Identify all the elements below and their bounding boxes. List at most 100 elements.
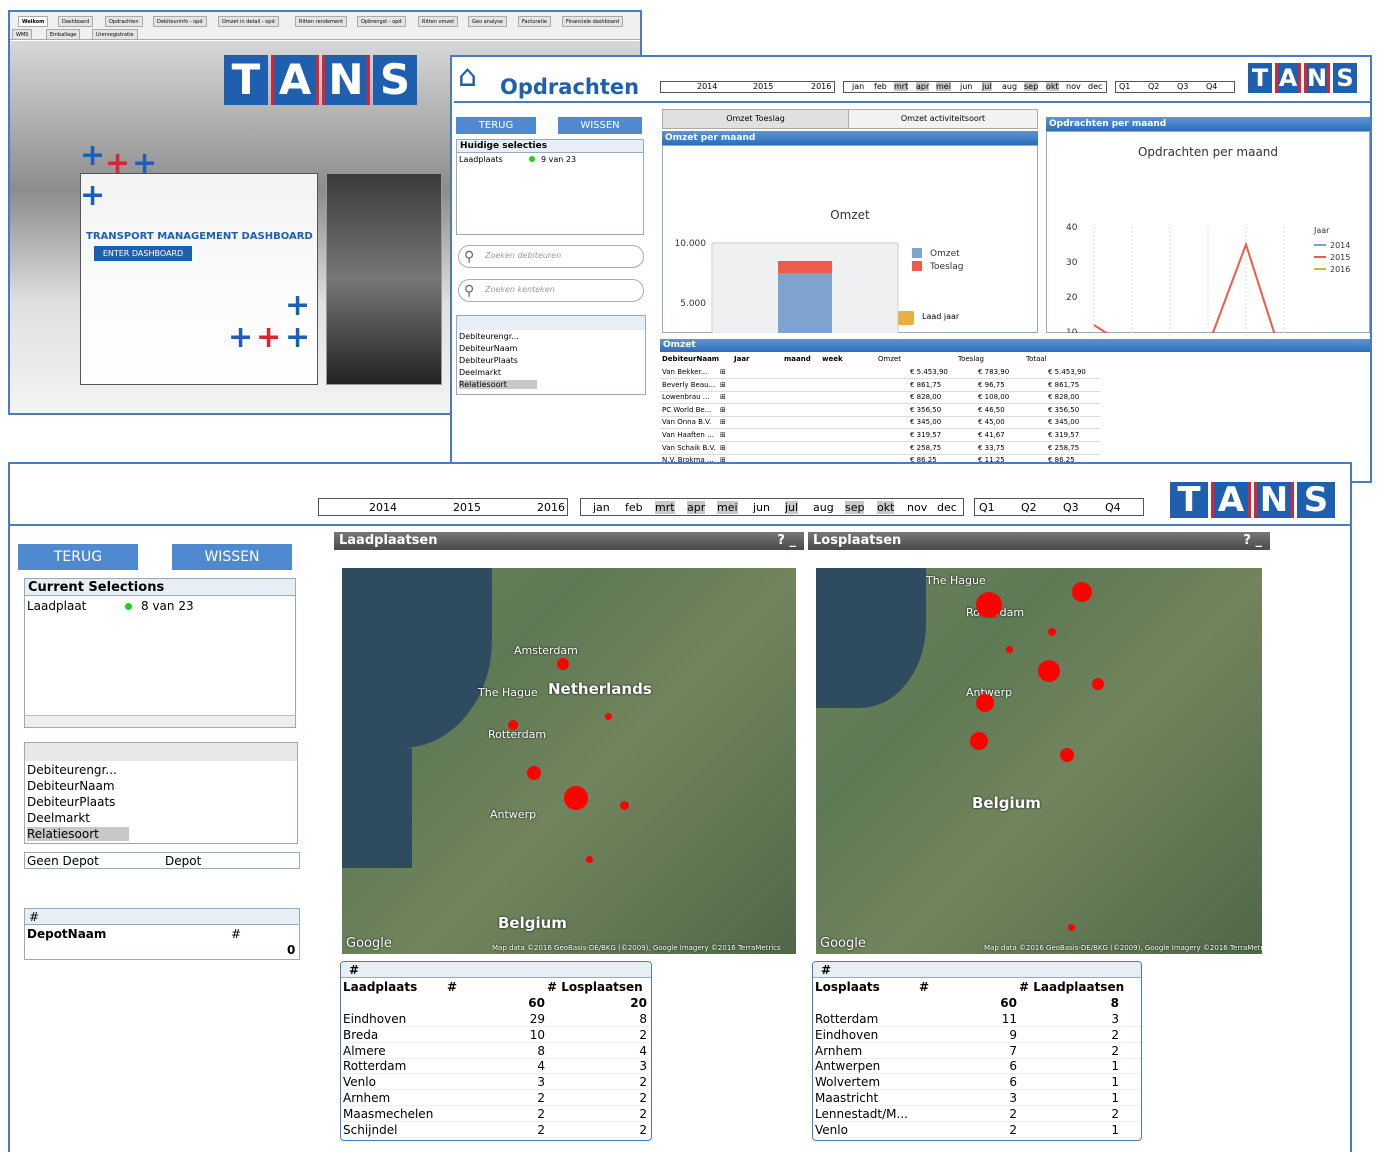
quarter-option[interactable]: Q4 [1105, 501, 1121, 514]
month-option[interactable]: okt [877, 501, 895, 514]
depot-option[interactable]: Depot [165, 854, 201, 868]
quarter-option[interactable]: Q2 [1021, 501, 1037, 514]
filter-item[interactable]: DebiteurNaam [459, 344, 517, 353]
map-marker[interactable] [557, 658, 569, 670]
month-option[interactable]: mei [936, 82, 951, 91]
selection-field[interactable]: Laadplaats [459, 155, 503, 164]
selection-field[interactable]: Laadplaat [27, 599, 86, 613]
map-marker[interactable] [508, 720, 518, 730]
terug-button[interactable]: TERUG [18, 544, 138, 570]
month-option[interactable]: jan [593, 501, 610, 514]
month-option[interactable]: jul [982, 82, 992, 91]
month-option[interactable]: sep [845, 501, 865, 514]
year-option[interactable]: 2014 [369, 501, 397, 514]
expand-icon[interactable]: ⊞ [720, 381, 726, 389]
horizontal-scrollbar[interactable] [25, 715, 295, 727]
table-row[interactable]: PC World Be... € 356,50 € 46,50 € 356,50 ⊞ [660, 405, 1100, 417]
wissen-button[interactable]: WISSEN [558, 117, 642, 134]
filter-item[interactable]: DebiteurPlaats [27, 795, 115, 809]
expand-icon[interactable]: ⊞ [720, 368, 726, 376]
column-header[interactable]: Jaar [734, 355, 750, 363]
map-marker[interactable] [527, 766, 541, 780]
tab-opdrachten[interactable]: Opdrachten [105, 16, 143, 27]
filter-item[interactable]: Deelmarkt [459, 368, 501, 377]
tab-opbrengst[interactable]: Opbrengst - opd [357, 16, 406, 27]
expand-icon[interactable]: ⊞ [720, 431, 726, 439]
quarter-option[interactable]: Q3 [1063, 501, 1079, 514]
map-marker[interactable] [564, 786, 588, 810]
month-option[interactable]: dec [937, 501, 957, 514]
year-option[interactable]: 2016 [811, 82, 831, 91]
table-row[interactable]: Van Bekker... € 5.453,90 € 783,90 € 5.453,9… [660, 367, 1100, 379]
losplaatsen-map[interactable]: Belgium The Hague Rotterdam Antwerp Goog… [816, 568, 1262, 954]
filter-item[interactable]: DebiteurPlaats [459, 356, 518, 365]
map-marker[interactable] [1060, 748, 1074, 762]
tab-dashboard[interactable]: Dashboard [58, 16, 94, 27]
quarter-option[interactable]: Q3 [1177, 82, 1188, 91]
expand-icon[interactable]: ⊞ [720, 444, 726, 452]
map-marker[interactable] [970, 732, 988, 750]
table-row[interactable]: Beverly Beau... € 861,75 € 96,75 € 861,75 ⊞ [660, 380, 1100, 392]
wissen-button[interactable]: WISSEN [172, 544, 292, 570]
map-marker[interactable] [605, 713, 612, 720]
filter-item[interactable]: Deelmarkt [27, 811, 90, 825]
column-header[interactable]: maand [784, 355, 811, 363]
geen-depot-option[interactable]: Geen Depot [27, 854, 99, 868]
filter-item[interactable]: Relatiesoort [27, 827, 129, 841]
laad-jaar-icon[interactable] [898, 311, 914, 325]
table-row[interactable]: Van Haaften ... € 319,57 € 41,67 € 319,57 ⊞ [660, 430, 1100, 442]
tab-facturatie[interactable]: Facturatie [518, 16, 551, 27]
search-debiteuren-input[interactable]: Zoeken debiteuren [458, 245, 644, 268]
table-row[interactable]: Lowenbrau ... € 828,00 € 108,00 € 828,00 ⊞ [660, 392, 1100, 405]
month-option[interactable]: jun [960, 82, 972, 91]
map-marker[interactable] [586, 856, 593, 863]
quarter-option[interactable]: Q2 [1148, 82, 1159, 91]
table-row[interactable]: Van Onna B.V. € 345,00 € 45,00 € 345,00 ⊞ [660, 417, 1100, 430]
column-header[interactable]: Omzet [878, 355, 901, 363]
help-icon[interactable]: ? _ [1243, 532, 1262, 550]
map-marker[interactable] [976, 592, 1002, 618]
tab-urenregistratie[interactable]: Urenregistratie [92, 29, 138, 40]
enter-dashboard-button[interactable]: ENTER DASHBOARD [94, 246, 192, 261]
map-marker[interactable] [1038, 660, 1060, 682]
tab-emballage[interactable]: Emballage [46, 29, 81, 40]
month-option[interactable]: mei [717, 501, 738, 514]
filter-item[interactable]: Debiteurengr... [27, 763, 117, 777]
month-option[interactable]: mrt [655, 501, 675, 514]
month-option[interactable]: okt [1046, 82, 1059, 91]
map-marker[interactable] [620, 801, 629, 810]
map-marker[interactable] [1006, 646, 1013, 653]
map-marker[interactable] [1048, 628, 1056, 636]
help-icon[interactable]: ? _ [777, 532, 796, 550]
year-option[interactable]: 2014 [697, 82, 717, 91]
map-marker[interactable] [1068, 924, 1075, 931]
column-header[interactable]: Totaal [1026, 355, 1047, 363]
month-option[interactable]: dec [1088, 82, 1102, 91]
quarter-option[interactable]: Q4 [1206, 82, 1217, 91]
month-option[interactable]: sep [1024, 82, 1039, 91]
column-header[interactable]: DebiteurNaam [662, 355, 719, 363]
month-option[interactable]: apr [687, 501, 706, 514]
quarter-option[interactable]: Q1 [1119, 82, 1130, 91]
tab-geo-analyse[interactable]: Geo analyse [468, 16, 507, 27]
month-option[interactable]: jun [753, 501, 770, 514]
map-marker[interactable] [976, 694, 994, 712]
terug-button[interactable]: TERUG [456, 117, 536, 134]
table-row[interactable]: Van Schaik B.V. € 258,75 € 33,75 € 258,75 ⊞ [660, 443, 1100, 455]
filter-item[interactable]: Debiteurengr... [459, 332, 519, 341]
year-option[interactable]: 2015 [453, 501, 481, 514]
column-header[interactable]: Toeslag [958, 355, 984, 363]
year-option[interactable]: 2016 [537, 501, 565, 514]
month-option[interactable]: feb [625, 501, 643, 514]
filter-item[interactable]: Relatiesoort [459, 380, 537, 389]
year-option[interactable]: 2015 [753, 82, 773, 91]
tab-omzet-toeslag[interactable]: Omzet Toeslag [663, 110, 849, 128]
expand-icon[interactable]: ⊞ [720, 393, 726, 401]
month-option[interactable]: mrt [894, 82, 909, 91]
tab-omzet-activiteitsoort[interactable]: Omzet activiteitsoort [849, 110, 1037, 128]
map-marker[interactable] [1072, 582, 1092, 602]
laadplaatsen-map[interactable]: Netherlands Amsterdam The Hague Rotterda… [342, 568, 796, 954]
expand-icon[interactable]: ⊞ [720, 406, 726, 414]
quarter-option[interactable]: Q1 [979, 501, 995, 514]
tab-ritten-omzet[interactable]: Ritten omzet [418, 16, 459, 27]
